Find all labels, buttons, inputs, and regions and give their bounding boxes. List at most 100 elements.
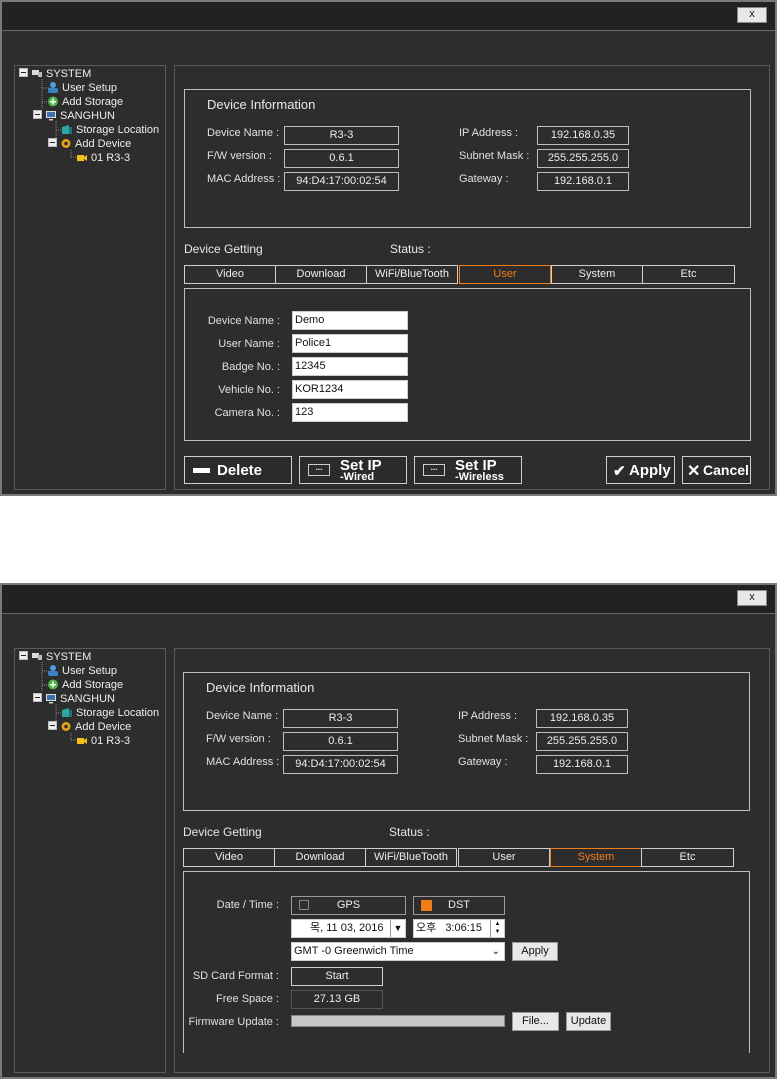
close-button[interactable]: x: [737, 590, 767, 606]
tab-download[interactable]: Download: [275, 265, 367, 284]
vehicle-input[interactable]: KOR1234: [292, 380, 408, 399]
tree-label: Storage Location: [76, 124, 160, 136]
chevron-down-icon[interactable]: ▼: [390, 920, 405, 937]
main-panel: Device Information Device Name : R3-3 F/…: [174, 648, 770, 1073]
delete-button[interactable]: Delete: [184, 456, 292, 484]
gateway-value: 192.168.0.1: [537, 172, 629, 191]
dst-toggle[interactable]: DST: [413, 896, 505, 915]
device-name-value: R3-3: [283, 709, 398, 728]
tree-label: SANGHUN: [60, 110, 116, 122]
camera-input[interactable]: 123: [292, 403, 408, 422]
time-picker[interactable]: 오후 3:06:15 ▲ ▼: [413, 919, 505, 938]
user-name-input[interactable]: Police1: [292, 334, 408, 353]
camera-icon: [76, 735, 88, 746]
tree-node-user-setup[interactable]: User Setup: [47, 665, 117, 678]
tab-user[interactable]: User: [458, 848, 550, 867]
time-value: 3:06:15: [445, 922, 483, 934]
user-device-name-label: Device Name :: [207, 315, 280, 327]
user-name-label: User Name :: [218, 338, 280, 350]
tree-label: Add Device: [75, 721, 132, 733]
tree-label: User Setup: [62, 82, 118, 94]
dst-label: DST: [448, 899, 470, 911]
tree-label: Add Storage: [62, 679, 124, 691]
timezone-select[interactable]: GMT -0 Greenwich Time ⌄: [291, 942, 505, 961]
tree-node-add-device[interactable]: Add Device: [48, 138, 131, 151]
collapse-icon[interactable]: [33, 693, 42, 702]
fw-version-label: F/W version :: [206, 733, 271, 745]
tree-label: SYSTEM: [46, 651, 92, 663]
spinner-icon[interactable]: ▲ ▼: [490, 920, 504, 937]
tab-video[interactable]: Video: [183, 848, 275, 867]
close-button[interactable]: x: [737, 7, 767, 23]
dst-checkbox[interactable]: [421, 900, 432, 911]
tree-node-storage-location[interactable]: Storage Location: [61, 124, 159, 137]
tab-etc[interactable]: Etc: [642, 265, 735, 284]
collapse-icon[interactable]: [48, 721, 57, 730]
gateway-value: 192.168.0.1: [536, 755, 628, 774]
tree-node-device[interactable]: 01 R3-3: [76, 735, 130, 748]
check-icon: ✔: [613, 463, 626, 480]
status-label: Status :: [389, 825, 430, 839]
tree-label: 01 R3-3: [91, 152, 131, 164]
tree-node-add-device[interactable]: Add Device: [48, 721, 131, 734]
tree-label: Add Device: [75, 138, 132, 150]
tab-wifi-bluetooth[interactable]: WiFi/BlueTooth: [365, 848, 457, 867]
device-info-frame: Device Information Device Name : R3-3 F/…: [184, 89, 751, 228]
tab-user[interactable]: User: [459, 265, 551, 284]
file-button[interactable]: File...: [512, 1012, 559, 1031]
tree-node-system[interactable]: SYSTEM: [19, 68, 91, 81]
system-panel: Date / Time : GPS DST 목, 11 03, 2016 ▼ 오…: [183, 871, 750, 1053]
tree-node-sanghun[interactable]: SANGHUN: [33, 693, 115, 706]
firmware-progress-bar: [291, 1015, 505, 1027]
tree-node-user-setup[interactable]: User Setup: [47, 82, 117, 95]
collapse-icon[interactable]: [19, 651, 28, 660]
set-ip-wireless-button[interactable]: ... Set IP -Wireless: [414, 456, 522, 484]
timezone-apply-button[interactable]: Apply: [512, 942, 558, 961]
user-device-name-input[interactable]: Demo: [292, 311, 408, 330]
tab-wifi-bluetooth[interactable]: WiFi/BlueTooth: [366, 265, 458, 284]
apply-button[interactable]: ✔ Apply: [606, 456, 675, 484]
set-ip-wired-button[interactable]: ... Set IP -Wired: [299, 456, 407, 484]
update-button[interactable]: Update: [566, 1012, 611, 1031]
gps-checkbox[interactable]: [299, 900, 309, 910]
device-name-label: Device Name :: [206, 710, 279, 722]
wireless-icon: ...: [423, 464, 445, 476]
device-tree: SYSTEM User Setup Add Storage SANGHUN St…: [14, 65, 166, 490]
date-picker[interactable]: 목, 11 03, 2016 ▼: [291, 919, 406, 938]
tab-download[interactable]: Download: [274, 848, 366, 867]
tree-node-add-storage[interactable]: Add Storage: [47, 679, 123, 692]
tree-node-device[interactable]: 01 R3-3: [76, 152, 130, 165]
gateway-label: Gateway :: [458, 756, 508, 768]
device-name-value: R3-3: [284, 126, 399, 145]
tree-node-storage-location[interactable]: Storage Location: [61, 707, 159, 720]
subnet-mask-label: Subnet Mask :: [459, 150, 530, 162]
badge-label: Badge No. :: [221, 361, 280, 373]
badge-input[interactable]: 12345: [292, 357, 408, 376]
gps-toggle[interactable]: GPS: [291, 896, 406, 915]
wired-label: -Wired: [340, 471, 375, 483]
tab-etc[interactable]: Etc: [641, 848, 734, 867]
device-info-frame: Device Information Device Name : R3-3 F/…: [183, 672, 750, 811]
mac-address-label: MAC Address :: [207, 173, 281, 185]
title-bar: x: [2, 585, 775, 614]
start-button[interactable]: Start: [291, 967, 383, 986]
monitor-icon: [45, 693, 57, 704]
network-icon: [31, 68, 43, 79]
ip-address-value: 192.168.0.35: [537, 126, 629, 145]
tree-node-system[interactable]: SYSTEM: [19, 651, 91, 664]
tree-node-sanghun[interactable]: SANGHUN: [33, 110, 115, 123]
ip-address-label: IP Address :: [459, 127, 519, 139]
user-panel: Device Name : Demo User Name : Police1 B…: [184, 288, 751, 441]
tab-system[interactable]: System: [550, 848, 642, 867]
tree-node-add-storage[interactable]: Add Storage: [47, 96, 123, 109]
collapse-icon[interactable]: [33, 110, 42, 119]
add-icon: [47, 96, 59, 107]
tab-video[interactable]: Video: [184, 265, 276, 284]
cancel-button[interactable]: ✕ Cancel: [682, 456, 751, 484]
subnet-mask-value: 255.255.255.0: [537, 149, 629, 168]
collapse-icon[interactable]: [48, 138, 57, 147]
tab-system[interactable]: System: [551, 265, 643, 284]
network-icon: [31, 651, 43, 662]
mac-address-label: MAC Address :: [206, 756, 280, 768]
collapse-icon[interactable]: [19, 68, 28, 77]
